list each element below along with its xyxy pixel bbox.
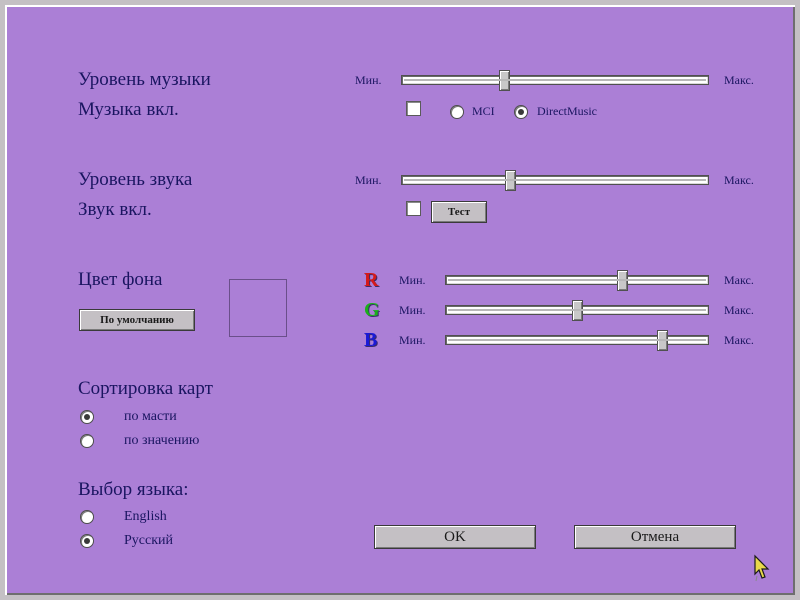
sound-min-label: Мин.	[355, 173, 382, 187]
music-max-label: Макс.	[724, 73, 754, 87]
music-level-label: Уровень музыки	[78, 69, 211, 90]
music-mci-label: MCI	[472, 104, 495, 118]
sound-level-slider-thumb[interactable]	[505, 170, 516, 191]
cancel-button[interactable]: Отмена	[574, 525, 736, 549]
blue-channel-letter: B	[364, 329, 378, 351]
red-slider-thumb[interactable]	[617, 270, 628, 291]
sound-max-label: Макс.	[724, 173, 754, 187]
music-enabled-label: Музыка вкл.	[78, 99, 179, 120]
blue-slider-thumb[interactable]	[657, 330, 668, 351]
blue-max-label: Макс.	[724, 333, 754, 347]
music-directmusic-label: DirectMusic	[537, 104, 597, 118]
green-slider-thumb[interactable]	[572, 300, 583, 321]
sound-enabled-checkbox[interactable]	[406, 201, 421, 216]
sort-by-suit-label: по масти	[124, 409, 177, 424]
green-max-label: Макс.	[724, 303, 754, 317]
green-min-label: Мин.	[399, 303, 426, 317]
red-max-label: Макс.	[724, 273, 754, 287]
red-slider-track[interactable]	[445, 270, 709, 291]
sound-level-label: Уровень звука	[78, 169, 193, 190]
background-color-label: Цвет фона	[78, 269, 163, 290]
red-min-label: Мин.	[399, 273, 426, 287]
sort-by-value-radio[interactable]	[80, 434, 94, 448]
music-level-slider-track[interactable]	[401, 70, 709, 91]
options-dialog: Уровень музыки Музыка вкл. Мин. Макс. MC…	[0, 0, 800, 600]
language-english-label: English	[124, 509, 167, 524]
blue-min-label: Мин.	[399, 333, 426, 347]
green-slider-track[interactable]	[445, 300, 709, 321]
sound-test-button[interactable]: Тест	[431, 201, 487, 223]
language-label: Выбор языка:	[78, 479, 189, 500]
language-russian-radio[interactable]	[80, 534, 94, 548]
default-color-button[interactable]: По умолчанию	[79, 309, 195, 331]
music-min-label: Мин.	[355, 73, 382, 87]
mouse-cursor-icon	[754, 554, 770, 582]
language-english-radio[interactable]	[80, 510, 94, 524]
sound-level-slider-track[interactable]	[401, 170, 709, 191]
color-preview-swatch	[229, 279, 287, 337]
blue-slider-track[interactable]	[445, 330, 709, 351]
ok-button[interactable]: OK	[374, 525, 536, 549]
red-channel-letter: R	[364, 269, 379, 291]
sound-enabled-label: Звук вкл.	[78, 199, 152, 220]
card-sort-label: Сортировка карт	[78, 378, 213, 399]
music-mci-radio[interactable]	[450, 105, 464, 119]
sort-by-value-label: по значению	[124, 433, 200, 448]
music-enabled-checkbox[interactable]	[406, 101, 421, 116]
language-russian-label: Русский	[124, 533, 173, 548]
music-level-slider-thumb[interactable]	[499, 70, 510, 91]
music-directmusic-radio[interactable]	[514, 105, 528, 119]
green-channel-letter: G	[364, 299, 380, 321]
sort-by-suit-radio[interactable]	[80, 410, 94, 424]
